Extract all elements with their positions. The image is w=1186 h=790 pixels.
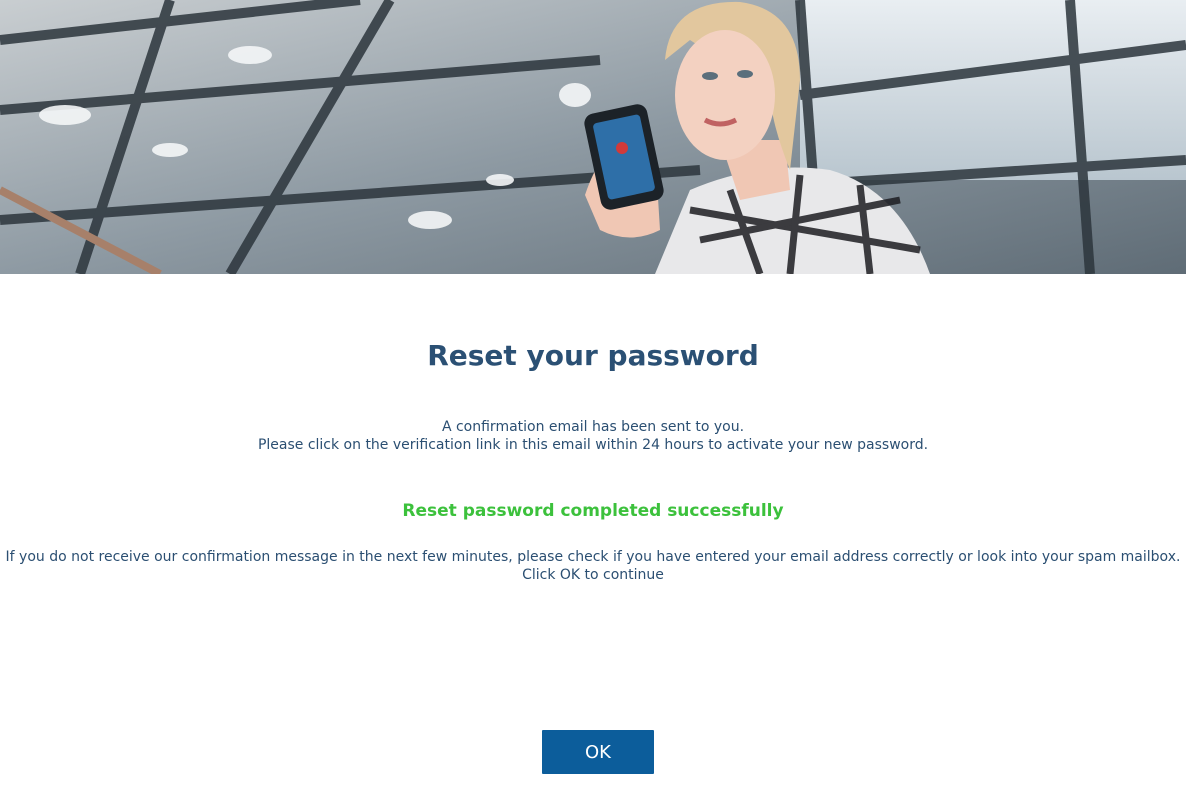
spam-note: If you do not receive our confirmation m… <box>0 548 1186 584</box>
hero-banner-image <box>0 0 1186 274</box>
ok-button[interactable]: OK <box>542 730 654 774</box>
page-title: Reset your password <box>427 339 759 372</box>
confirmation-info: A confirmation email has been sent to yo… <box>0 418 1186 454</box>
spam-note-line-1: If you do not receive our confirmation m… <box>5 549 1181 565</box>
spam-note-line-2: Click OK to continue <box>522 567 664 583</box>
confirmation-info-line-2: Please click on the verification link in… <box>257 437 929 453</box>
confirmation-info-line-1: A confirmation email has been sent to yo… <box>441 419 745 435</box>
success-message: Reset password completed successfully <box>402 501 784 521</box>
hero-photo-illustration <box>0 0 1186 274</box>
reset-confirmation-panel: Reset your password A confirmation email… <box>0 274 1186 790</box>
reset-password-page: Reset your password A confirmation email… <box>0 0 1186 790</box>
